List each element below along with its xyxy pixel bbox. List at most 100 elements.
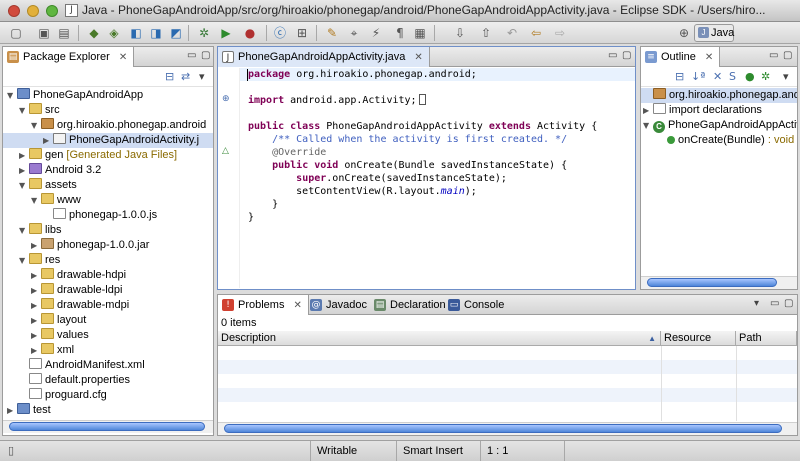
run-icon[interactable]: ▶: [218, 25, 234, 41]
tree-item[interactable]: ▶ drawable-ldpi: [3, 283, 213, 298]
tab-editor-activity[interactable]: J PhoneGapAndroidAppActivity.java ✕: [218, 47, 430, 67]
show-whitespace-icon[interactable]: ¶: [392, 25, 408, 41]
expand-arrow-icon[interactable]: ▶: [643, 103, 653, 118]
expand-arrow-icon[interactable]: ▼: [19, 223, 29, 238]
tree-item[interactable]: ▶ phonegap-1.0.0.jar: [3, 238, 213, 253]
tree-item[interactable]: ▼ libs: [3, 223, 213, 238]
minimize-icon[interactable]: ▭: [769, 50, 778, 61]
close-window-button[interactable]: [8, 5, 20, 17]
collapse-arrow-icon[interactable]: ▶: [19, 148, 29, 163]
tree-item[interactable]: default.properties: [3, 373, 213, 388]
column-path[interactable]: Path: [736, 331, 797, 346]
search-icon[interactable]: ✎: [324, 25, 340, 41]
open-perspective-icon[interactable]: ⊕: [676, 25, 692, 41]
collapse-arrow-icon[interactable]: ▶: [43, 133, 53, 148]
tree-item[interactable]: ▶ xml: [3, 343, 213, 358]
tab-javadoc[interactable]: @ Javadoc: [306, 295, 373, 315]
horizontal-scrollbar[interactable]: [9, 422, 205, 431]
tree-item[interactable]: ▶ test: [3, 403, 213, 418]
tab-package-explorer[interactable]: ▤ Package Explorer ✕: [3, 47, 135, 67]
external-tools-icon[interactable]: ●: [242, 25, 258, 41]
maximize-icon[interactable]: ▢: [622, 50, 631, 61]
horizontal-scrollbar[interactable]: [647, 278, 777, 287]
expand-arrow-icon[interactable]: ▼: [7, 88, 17, 103]
minimize-icon[interactable]: ▭: [187, 50, 196, 61]
forward-icon[interactable]: ⇨: [552, 25, 568, 41]
outline-item[interactable]: org.hiroakio.phonegap.andro: [641, 88, 797, 103]
horizontal-scrollbar[interactable]: [224, 424, 782, 433]
last-edit-location-icon[interactable]: ↶: [504, 25, 520, 41]
fast-view-icon[interactable]: ▯: [8, 444, 14, 457]
column-description[interactable]: Description ▲: [218, 331, 661, 346]
view-menu-icon[interactable]: ▾: [783, 70, 789, 83]
close-icon[interactable]: ✕: [705, 52, 713, 63]
java-perspective-button[interactable]: J Java: [694, 24, 734, 42]
expand-arrow-icon[interactable]: ▼: [19, 253, 29, 268]
open-task-icon[interactable]: ⌖: [346, 25, 362, 41]
hide-non-public-icon[interactable]: ●: [745, 70, 755, 83]
expand-arrow-icon[interactable]: ▼: [31, 118, 41, 133]
maximize-icon[interactable]: ▢: [783, 50, 792, 61]
tree-item[interactable]: ▼ org.hiroakio.phonegap.android: [3, 118, 213, 133]
collapse-arrow-icon[interactable]: ▶: [31, 328, 41, 343]
code-area[interactable]: ⊕ △ package org.hiroakio.phonegap.androi…: [218, 68, 635, 288]
outline-item[interactable]: ▶ import declarations: [641, 103, 797, 118]
outline-item[interactable]: ▼ C PhoneGapAndroidAppActivi: [641, 118, 797, 133]
zoom-window-button[interactable]: [46, 5, 58, 17]
collapse-arrow-icon[interactable]: ▶: [7, 403, 17, 418]
fold-expand-icon[interactable]: ⊕: [222, 94, 230, 104]
hide-fields-icon[interactable]: ✕: [713, 70, 722, 83]
maximize-icon[interactable]: ▢: [784, 298, 793, 309]
new-class-icon[interactable]: ◩: [168, 25, 184, 41]
collapse-all-icon[interactable]: ⊟: [675, 70, 684, 83]
tree-item[interactable]: proguard.cfg: [3, 388, 213, 403]
close-icon[interactable]: ✕: [294, 300, 302, 311]
avd-manager-icon[interactable]: ◈: [106, 25, 122, 41]
close-icon[interactable]: ✕: [414, 52, 422, 63]
tab-declaration[interactable]: ▤ Declaration: [370, 295, 452, 315]
tab-outline[interactable]: ≡ Outline ✕: [641, 47, 721, 67]
android-sdk-icon[interactable]: ◆: [86, 25, 102, 41]
column-resource[interactable]: Resource: [661, 331, 736, 346]
minimize-icon[interactable]: ▭: [770, 298, 779, 309]
collapse-arrow-icon[interactable]: ▶: [19, 163, 29, 178]
collapse-all-icon[interactable]: ⊟: [165, 70, 174, 83]
folded-code-box[interactable]: [418, 94, 426, 105]
maximize-icon[interactable]: ▢: [201, 50, 210, 61]
tree-item[interactable]: ▶ gen [Generated Java Files]: [3, 148, 213, 163]
expand-arrow-icon[interactable]: ▼: [19, 103, 29, 118]
tree-item[interactable]: AndroidManifest.xml: [3, 358, 213, 373]
collapse-arrow-icon[interactable]: ▶: [31, 238, 41, 253]
tree-item[interactable]: ▼ PhoneGapAndroidApp: [3, 88, 213, 103]
hide-static-icon[interactable]: S: [729, 70, 736, 83]
block-selection-icon[interactable]: ▦: [412, 25, 428, 41]
tree-item[interactable]: ▶ drawable-mdpi: [3, 298, 213, 313]
tree-item[interactable]: ▶ PhoneGapAndroidActivity.j: [3, 133, 213, 148]
tree-item[interactable]: ▶ values: [3, 328, 213, 343]
tree-item[interactable]: ▼ www: [3, 193, 213, 208]
expand-arrow-icon[interactable]: ▼: [31, 193, 41, 208]
new-icon[interactable]: ▢: [8, 25, 24, 41]
tab-console[interactable]: ▭ Console: [444, 295, 510, 315]
tree-item[interactable]: ▶ drawable-hdpi: [3, 268, 213, 283]
new-java-project-icon[interactable]: ◧: [128, 25, 144, 41]
open-type-icon[interactable]: ⊞: [294, 25, 310, 41]
tab-problems[interactable]: ! Problems ✕: [218, 295, 309, 315]
outline-item[interactable]: onCreate(Bundle) : void: [641, 133, 797, 148]
expand-arrow-icon[interactable]: ▼: [19, 178, 29, 193]
tree-item[interactable]: ▼ res: [3, 253, 213, 268]
close-icon[interactable]: ✕: [119, 52, 127, 63]
sort-icon[interactable]: ↓ª: [691, 70, 705, 83]
minimize-window-button[interactable]: [27, 5, 39, 17]
link-with-editor-icon[interactable]: ⇄: [181, 70, 190, 83]
tree-item[interactable]: ▼ assets: [3, 178, 213, 193]
save-icon[interactable]: ▣: [36, 25, 52, 41]
tree-item[interactable]: ▶ layout: [3, 313, 213, 328]
tree-item[interactable]: ▶ Android 3.2: [3, 163, 213, 178]
view-menu-icon[interactable]: ▾: [754, 298, 759, 309]
debug-icon[interactable]: ✲: [196, 25, 212, 41]
expand-arrow-icon[interactable]: ▼: [643, 118, 653, 133]
collapse-arrow-icon[interactable]: ▶: [31, 343, 41, 358]
next-annotation-icon[interactable]: ⇩: [452, 25, 468, 41]
back-icon[interactable]: ⇦: [528, 25, 544, 41]
